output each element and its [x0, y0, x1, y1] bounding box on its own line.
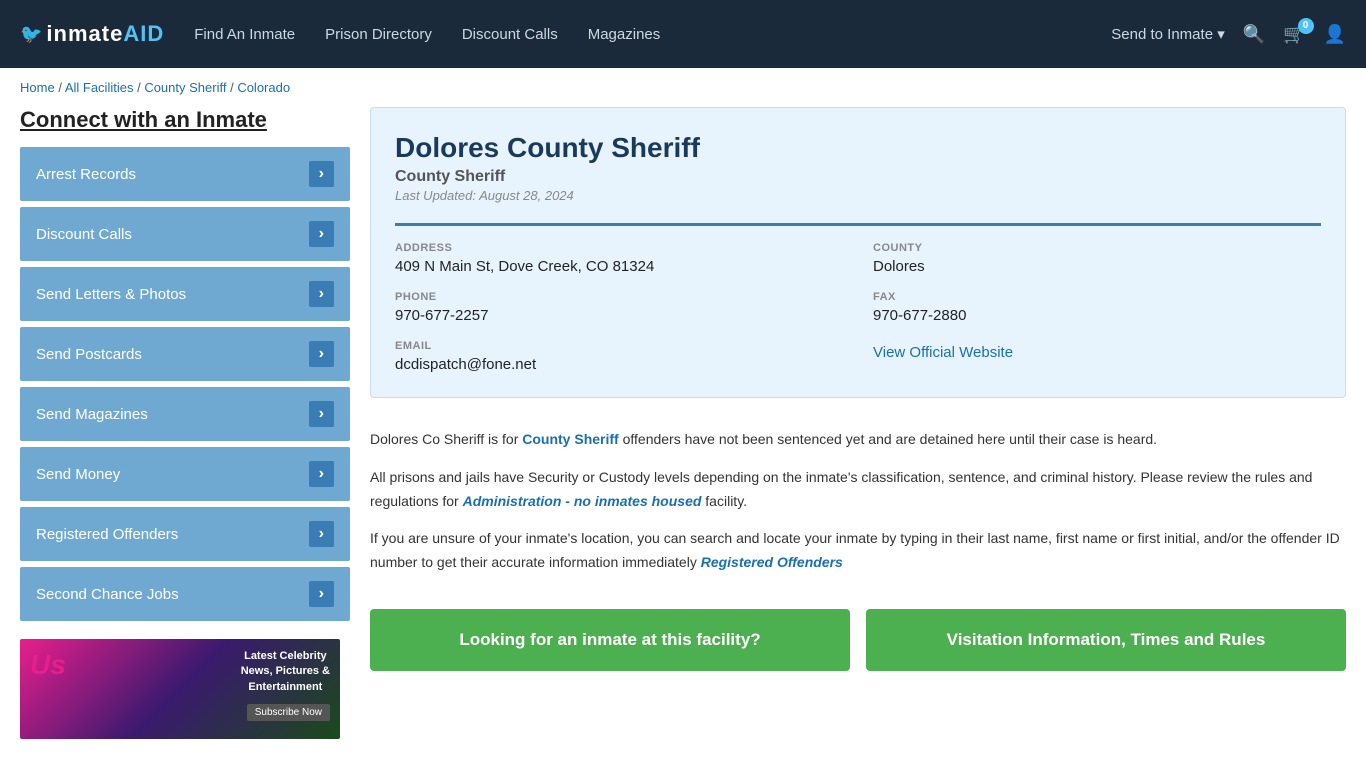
phone-value: 970-677-2257 — [395, 307, 843, 324]
sidebar-item-discount-calls[interactable]: Discount Calls › — [20, 207, 350, 261]
breadcrumb-home[interactable]: Home — [20, 80, 55, 95]
sidebar-item-send-magazines[interactable]: Send Magazines › — [20, 387, 350, 441]
sidebar-item-label: Arrest Records — [36, 166, 136, 183]
breadcrumb: Home / All Facilities / County Sheriff /… — [0, 68, 1366, 107]
sidebar-item-label: Send Postcards — [36, 346, 142, 363]
phone-label: PHONE — [395, 291, 843, 303]
visitation-information-button[interactable]: Visitation Information, Times and Rules — [866, 609, 1346, 671]
cart-badge: 0 — [1298, 18, 1314, 34]
nav-prison-directory[interactable]: Prison Directory — [325, 26, 432, 43]
navbar: 🐦 inmateAID Find An Inmate Prison Direct… — [0, 0, 1366, 68]
sidebar-item-second-chance-jobs[interactable]: Second Chance Jobs › — [20, 567, 350, 621]
administration-link[interactable]: Administration - no inmates housed — [463, 493, 702, 509]
view-official-website-link[interactable]: View Official Website — [873, 344, 1013, 361]
sidebar-item-label: Send Money — [36, 466, 120, 483]
description-p2: All prisons and jails have Security or C… — [370, 466, 1346, 514]
sidebar-item-send-money[interactable]: Send Money › — [20, 447, 350, 501]
facility-type: County Sheriff — [395, 168, 1321, 186]
registered-offenders-link[interactable]: Registered Offenders — [701, 554, 843, 570]
cart-icon[interactable]: 🛒 0 — [1283, 24, 1305, 45]
logo-text: inmateAID — [46, 21, 164, 47]
nav-magazines[interactable]: Magazines — [588, 26, 661, 43]
sidebar-ad[interactable]: Us Latest Celebrity News, Pictures & Ent… — [20, 639, 340, 739]
email-value: dcdispatch@fone.net — [395, 356, 843, 373]
send-to-inmate-button[interactable]: Send to Inmate ▾ — [1111, 25, 1224, 43]
action-buttons: Looking for an inmate at this facility? … — [370, 609, 1346, 671]
sidebar-item-registered-offenders[interactable]: Registered Offenders › — [20, 507, 350, 561]
chevron-right-icon: › — [309, 401, 334, 427]
facility-card: Dolores County Sheriff County Sheriff La… — [370, 107, 1346, 398]
sidebar-item-send-postcards[interactable]: Send Postcards › — [20, 327, 350, 381]
address-value: 409 N Main St, Dove Creek, CO 81324 — [395, 258, 843, 275]
user-icon[interactable]: 👤 — [1324, 24, 1346, 45]
logo[interactable]: 🐦 inmateAID — [20, 21, 164, 47]
ad-subscribe-button[interactable]: Subscribe Now — [247, 704, 330, 721]
facility-info-grid: ADDRESS 409 N Main St, Dove Creek, CO 81… — [395, 242, 1321, 373]
website-block: View Official Website — [873, 340, 1321, 373]
divider — [395, 223, 1321, 226]
facility-name: Dolores County Sheriff — [395, 132, 1321, 164]
address-block: ADDRESS 409 N Main St, Dove Creek, CO 81… — [395, 242, 843, 275]
chevron-right-icon: › — [309, 461, 334, 487]
description-p1: Dolores Co Sheriff is for County Sheriff… — [370, 428, 1346, 452]
chevron-right-icon: › — [309, 581, 334, 607]
sidebar-item-arrest-records[interactable]: Arrest Records › — [20, 147, 350, 201]
chevron-right-icon: › — [309, 221, 334, 247]
address-label: ADDRESS — [395, 242, 843, 254]
email-block: EMAIL dcdispatch@fone.net — [395, 340, 843, 373]
detail-panel: Dolores County Sheriff County Sheriff La… — [370, 107, 1346, 739]
nav-find-inmate[interactable]: Find An Inmate — [194, 26, 295, 43]
sidebar-item-label: Second Chance Jobs — [36, 586, 179, 603]
sidebar-item-label: Registered Offenders — [36, 526, 178, 543]
breadcrumb-county-sheriff[interactable]: County Sheriff — [144, 80, 226, 95]
email-label: EMAIL — [395, 340, 843, 352]
county-block: COUNTY Dolores — [873, 242, 1321, 275]
facility-last-updated: Last Updated: August 28, 2024 — [395, 188, 1321, 203]
facility-description: Dolores Co Sheriff is for County Sheriff… — [370, 418, 1346, 599]
website-value: View Official Website — [873, 344, 1321, 361]
county-value: Dolores — [873, 258, 1321, 275]
fax-block: FAX 970-677-2880 — [873, 291, 1321, 324]
fax-label: FAX — [873, 291, 1321, 303]
breadcrumb-colorado[interactable]: Colorado — [237, 80, 290, 95]
main-content: Connect with an Inmate Arrest Records › … — [0, 107, 1366, 769]
county-sheriff-link[interactable]: County Sheriff — [522, 431, 618, 447]
description-p3: If you are unsure of your inmate's locat… — [370, 527, 1346, 575]
search-icon[interactable]: 🔍 — [1243, 24, 1265, 45]
nav-links: Find An Inmate Prison Directory Discount… — [194, 26, 1081, 43]
sidebar-item-label: Send Letters & Photos — [36, 286, 186, 303]
county-label: COUNTY — [873, 242, 1321, 254]
nav-discount-calls[interactable]: Discount Calls — [462, 26, 558, 43]
sidebar-item-label: Send Magazines — [36, 406, 148, 423]
logo-bird-icon: 🐦 — [20, 24, 42, 45]
sidebar-heading: Connect with an Inmate — [20, 107, 350, 133]
ad-logo: Us — [30, 649, 66, 681]
breadcrumb-all-facilities[interactable]: All Facilities — [65, 80, 134, 95]
looking-for-inmate-button[interactable]: Looking for an inmate at this facility? — [370, 609, 850, 671]
nav-right: Send to Inmate ▾ 🔍 🛒 0 👤 — [1111, 24, 1346, 45]
chevron-right-icon: › — [309, 341, 334, 367]
chevron-right-icon: › — [309, 161, 334, 187]
phone-block: PHONE 970-677-2257 — [395, 291, 843, 324]
fax-value: 970-677-2880 — [873, 307, 1321, 324]
sidebar: Connect with an Inmate Arrest Records › … — [20, 107, 350, 739]
chevron-right-icon: › — [309, 521, 334, 547]
sidebar-item-send-letters[interactable]: Send Letters & Photos › — [20, 267, 350, 321]
ad-text: Latest Celebrity News, Pictures & Entert… — [241, 649, 330, 695]
chevron-right-icon: › — [309, 281, 334, 307]
sidebar-menu: Arrest Records › Discount Calls › Send L… — [20, 147, 350, 621]
sidebar-item-label: Discount Calls — [36, 226, 132, 243]
